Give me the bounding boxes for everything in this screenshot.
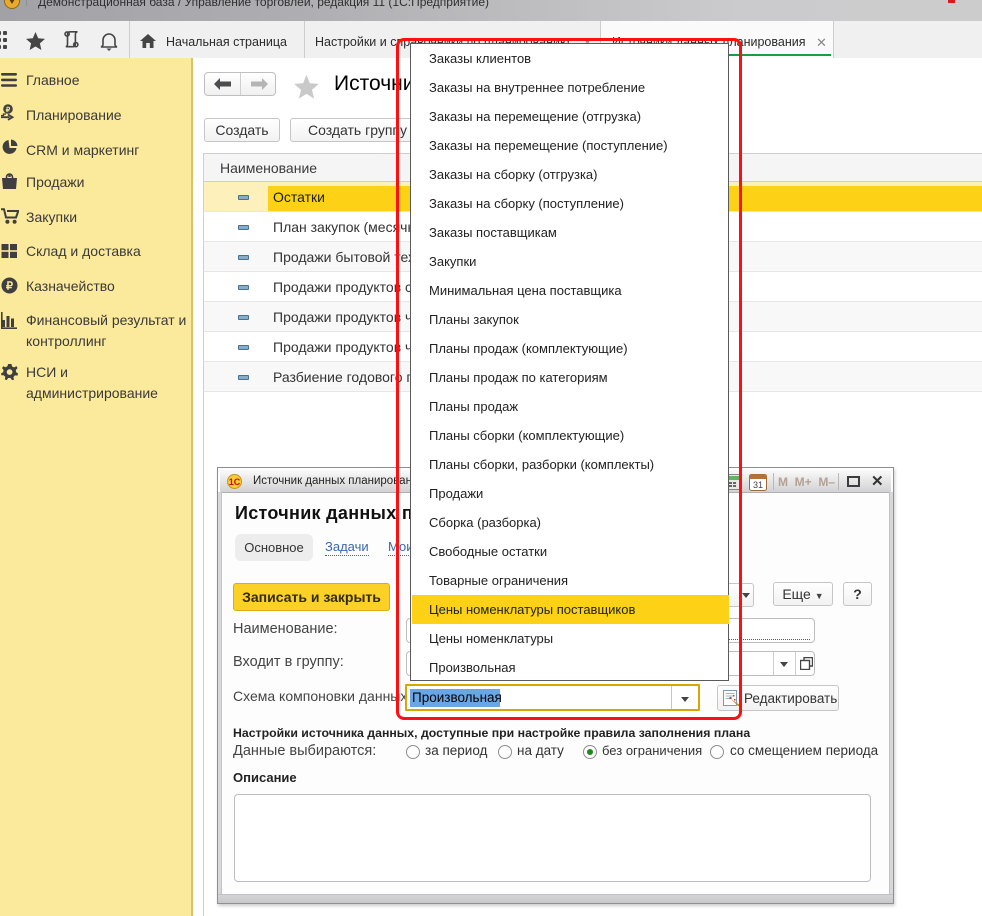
svg-text:₽: ₽ — [6, 280, 13, 292]
svg-text:₽: ₽ — [6, 106, 11, 114]
svg-text:31: 31 — [753, 480, 763, 490]
